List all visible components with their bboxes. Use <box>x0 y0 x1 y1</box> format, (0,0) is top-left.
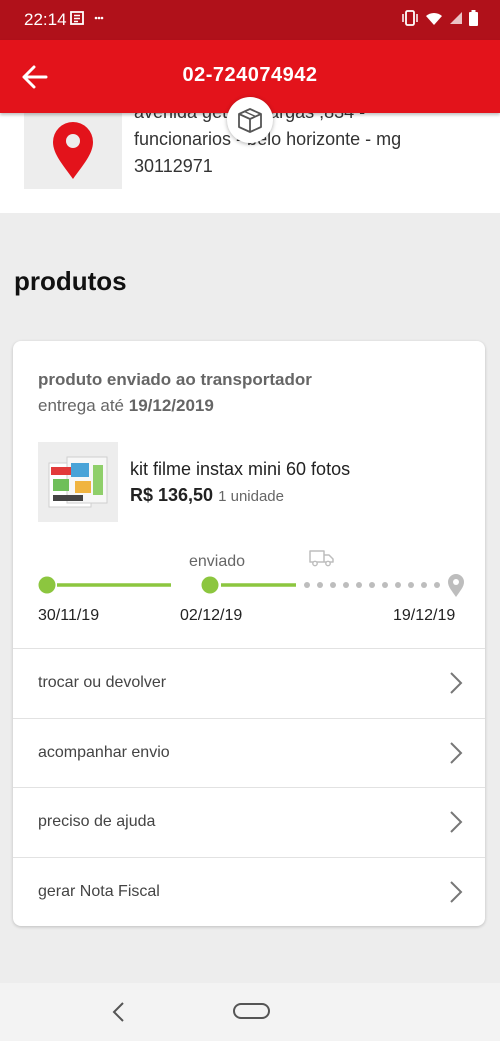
delivery-truck-icon <box>309 550 334 567</box>
order-number-title: 02-724074942 <box>182 64 318 86</box>
timeline-date-delivery: 19/12/19 <box>393 607 456 624</box>
action-need-help[interactable]: preciso de ajuda <box>13 787 485 857</box>
delivery-prefix: entrega até <box>38 396 125 415</box>
nav-back-icon[interactable] <box>108 1000 130 1024</box>
delivery-address: avenida getúlio vargas ,834 - funcionari… <box>134 113 474 180</box>
shipping-timeline: enviado 30/11/19 02/12/19 19/12/19 <box>13 541 485 631</box>
timeline-current-label: enviado <box>189 553 246 570</box>
delivery-date: 19/12/2019 <box>128 396 214 415</box>
vibrate-icon <box>402 10 418 26</box>
news-notification-icon <box>70 11 84 25</box>
product-price: R$ 136,50 <box>130 485 214 505</box>
action-track-shipment[interactable]: acompanhar envio <box>13 718 485 788</box>
timeline-track <box>38 574 464 597</box>
action-exchange-return[interactable]: trocar ou devolver <box>13 648 485 718</box>
product-price-row: R$ 136,50 1 unidade <box>130 485 284 506</box>
address-line-2: funcionarios - belo horizonte - mg <box>134 129 402 149</box>
timeline-step-ordered <box>38 576 56 594</box>
product-quantity: 1 unidade <box>218 488 284 505</box>
product-image[interactable] <box>38 442 118 522</box>
status-time: 22:14 <box>24 10 67 29</box>
action-label: preciso de ajuda <box>38 813 156 830</box>
timeline-step-shipped <box>201 576 219 594</box>
package-box-icon <box>238 108 262 133</box>
location-pin-icon <box>53 122 93 179</box>
timeline-date-shipped: 02/12/19 <box>180 607 243 624</box>
chevron-right-icon <box>450 881 463 903</box>
map-pin-icon <box>448 574 464 597</box>
section-title: produtos <box>14 266 127 296</box>
signal-icon <box>450 12 462 24</box>
address-line-3: 30112971 <box>134 156 213 176</box>
action-label: trocar ou devolver <box>38 674 167 691</box>
order-status: produto enviado ao transportador <box>38 370 312 389</box>
chevron-right-icon <box>450 672 463 694</box>
timeline-date-ordered: 30/11/19 <box>38 607 100 624</box>
delivery-estimate: entrega até 19/12/2019 <box>38 396 214 416</box>
action-generate-invoice[interactable]: gerar Nota Fiscal <box>13 857 485 927</box>
location-pin-box <box>24 113 122 189</box>
chevron-right-icon <box>450 742 463 764</box>
system-navigation-bar <box>0 983 500 1041</box>
instax-film-box-image <box>48 456 108 508</box>
action-label: acompanhar envio <box>38 744 170 761</box>
wifi-icon <box>426 12 442 25</box>
status-bar: 22:14 <box>0 0 500 40</box>
product-order-card: produto enviado ao transportador entrega… <box>13 341 485 926</box>
package-badge <box>227 97 273 143</box>
address-line-1: avenida getúlio vargas ,834 - <box>134 113 474 126</box>
product-name[interactable]: kit filme instax mini 60 fotos <box>130 459 350 480</box>
battery-icon <box>469 10 478 26</box>
more-notifications-icon <box>94 16 104 20</box>
chevron-right-icon <box>450 811 463 833</box>
nav-home-button[interactable] <box>233 1003 270 1019</box>
action-label: gerar Nota Fiscal <box>38 883 160 900</box>
timeline-pending-dots <box>304 582 440 588</box>
